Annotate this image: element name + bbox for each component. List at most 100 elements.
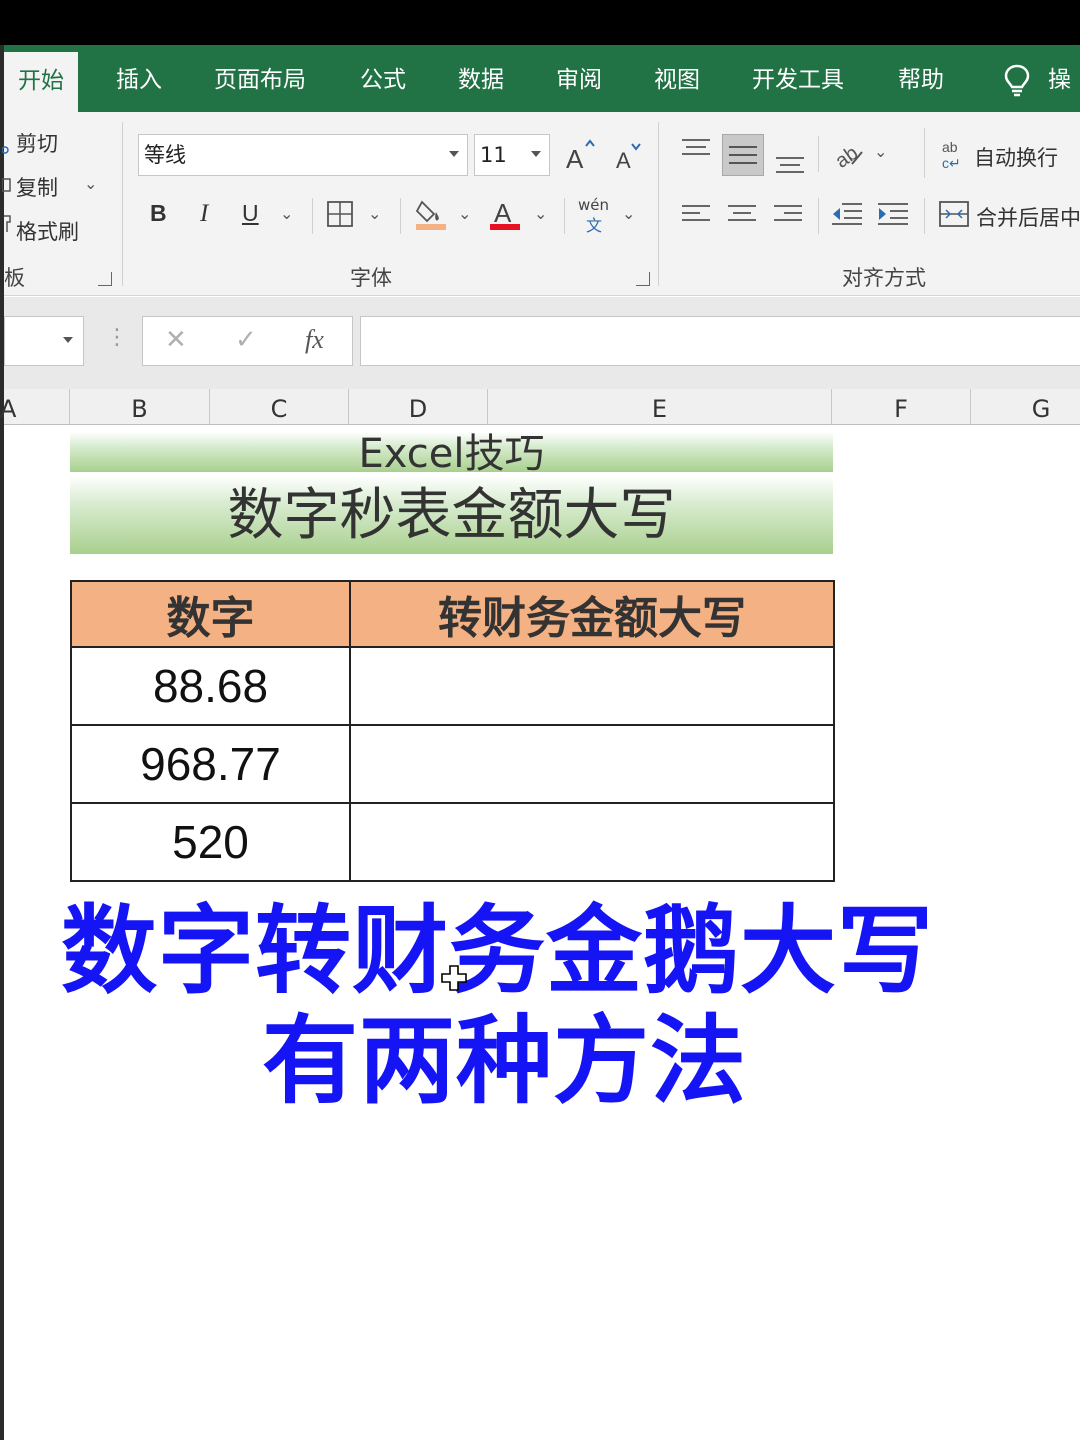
underline-button[interactable]: U bbox=[242, 200, 259, 227]
svg-text:c↵: c↵ bbox=[942, 155, 961, 170]
formula-input[interactable] bbox=[360, 316, 1080, 366]
tab-home[interactable]: 开始 bbox=[4, 52, 78, 112]
dropdown-arrow-icon bbox=[449, 151, 459, 157]
table-row: 88.68 bbox=[70, 646, 835, 726]
table-cell-number[interactable]: 968.77 bbox=[70, 724, 351, 804]
formula-bar-grip-icon[interactable]: ⋮ bbox=[106, 325, 128, 350]
header-cell-number[interactable]: 数字 bbox=[70, 580, 351, 648]
font-color-icon[interactable]: A bbox=[488, 196, 522, 232]
bold-button[interactable]: B bbox=[150, 200, 167, 227]
wrap-text-button[interactable]: 自动换行 bbox=[974, 142, 1058, 172]
font-size-select[interactable]: 11 bbox=[474, 134, 550, 176]
tab-insert[interactable]: 插入 bbox=[116, 45, 162, 112]
clipboard-launcher-icon[interactable] bbox=[98, 272, 112, 286]
font-launcher-icon[interactable] bbox=[636, 272, 650, 286]
font-size-value: 11 bbox=[480, 143, 507, 167]
font-group-label: 字体 bbox=[350, 266, 392, 290]
formula-buttons: ✕ ✓ fx bbox=[142, 316, 353, 366]
divider bbox=[924, 128, 925, 178]
divider bbox=[564, 198, 565, 234]
scissors-icon bbox=[2, 136, 12, 156]
chevron-down-icon[interactable]: ⌄ bbox=[622, 204, 635, 223]
excel-window: 开始 插入 页面布局 公式 数据 审阅 视图 开发工具 帮助 操 剪切 复制 ⌄… bbox=[0, 0, 1080, 1440]
dropdown-arrow-icon bbox=[531, 151, 541, 157]
decrease-indent-icon[interactable] bbox=[830, 200, 864, 228]
table-header-row: 数字 转财务金额大写 bbox=[70, 580, 835, 648]
tab-developer[interactable]: 开发工具 bbox=[752, 45, 844, 112]
table-cell-number[interactable]: 520 bbox=[70, 802, 351, 882]
tab-review[interactable]: 审阅 bbox=[556, 45, 602, 112]
table-cell-result[interactable] bbox=[349, 802, 835, 882]
sheet-subtitle-banner[interactable]: 数字秒表金额大写 bbox=[70, 476, 833, 554]
tab-view[interactable]: 视图 bbox=[654, 45, 700, 112]
align-top-icon[interactable] bbox=[680, 136, 712, 160]
increase-font-size-icon[interactable]: A bbox=[564, 138, 598, 172]
divider bbox=[818, 136, 819, 172]
tab-search[interactable]: 操 bbox=[1048, 45, 1071, 112]
phonetic-guide-char: 文 bbox=[586, 216, 603, 235]
increase-indent-icon[interactable] bbox=[876, 200, 910, 228]
formula-bar: ⋮ ✕ ✓ fx bbox=[4, 297, 1080, 389]
divider bbox=[924, 198, 925, 234]
chevron-down-icon[interactable]: ⌄ bbox=[84, 174, 97, 193]
table-cell-result[interactable] bbox=[349, 724, 835, 804]
worksheet[interactable]: Excel技巧 数字秒表金额大写 数字 转财务金额大写 88.68 968.77… bbox=[4, 426, 1080, 1440]
cancel-icon[interactable]: ✕ bbox=[165, 325, 187, 355]
align-right-icon[interactable] bbox=[772, 202, 804, 226]
column-header-e[interactable]: E bbox=[488, 389, 832, 425]
caption-line-2: 有两种方法 bbox=[262, 1005, 747, 1117]
chevron-down-icon[interactable]: ⌄ bbox=[874, 142, 887, 161]
align-center-icon[interactable] bbox=[726, 202, 758, 226]
chevron-down-icon[interactable]: ⌄ bbox=[458, 204, 471, 223]
ribbon-tab-bar: 开始 插入 页面布局 公式 数据 审阅 视图 开发工具 帮助 操 bbox=[4, 45, 1080, 112]
borders-icon[interactable] bbox=[326, 200, 354, 228]
merge-center-button[interactable]: 合并后居中 bbox=[976, 202, 1080, 232]
align-bottom-icon[interactable] bbox=[774, 152, 806, 176]
enter-icon[interactable]: ✓ bbox=[235, 325, 257, 355]
font-name-value: 等线 bbox=[144, 143, 186, 167]
decrease-font-size-icon[interactable]: A bbox=[612, 140, 646, 174]
column-header-b[interactable]: B bbox=[70, 389, 210, 425]
font-name-select[interactable]: 等线 bbox=[138, 134, 468, 176]
column-header-c[interactable]: C bbox=[210, 389, 349, 425]
table-cell-number[interactable]: 88.68 bbox=[70, 646, 351, 726]
format-painter-button[interactable]: 格式刷 bbox=[16, 216, 79, 246]
tab-page-layout[interactable]: 页面布局 bbox=[214, 45, 306, 112]
tab-help[interactable]: 帮助 bbox=[898, 45, 944, 112]
table-row: 520 bbox=[70, 802, 835, 882]
wrap-text-icon: ab c↵ bbox=[940, 138, 970, 170]
svg-text:A: A bbox=[494, 198, 512, 228]
insert-function-icon[interactable]: fx bbox=[305, 325, 324, 355]
table-row: 968.77 bbox=[70, 724, 835, 804]
cut-button[interactable]: 剪切 bbox=[16, 128, 58, 158]
fill-color-icon[interactable] bbox=[414, 196, 448, 232]
column-header-f[interactable]: F bbox=[832, 389, 971, 425]
italic-button[interactable]: I bbox=[200, 200, 208, 228]
divider bbox=[818, 198, 819, 234]
header-cell-uppercase[interactable]: 转财务金额大写 bbox=[349, 580, 835, 648]
top-black-bar bbox=[0, 0, 1080, 45]
alignment-group-label: 对齐方式 bbox=[842, 266, 926, 290]
align-middle-icon[interactable] bbox=[722, 134, 764, 176]
group-divider bbox=[658, 122, 659, 286]
column-header-a[interactable]: A bbox=[0, 389, 70, 425]
merge-center-icon bbox=[938, 200, 970, 228]
sheet-title-banner[interactable]: Excel技巧 bbox=[70, 432, 833, 476]
dropdown-arrow-icon[interactable] bbox=[63, 337, 73, 343]
chevron-down-icon[interactable]: ⌄ bbox=[368, 204, 381, 223]
align-left-icon[interactable] bbox=[680, 202, 712, 226]
tab-formulas[interactable]: 公式 bbox=[360, 45, 406, 112]
name-box[interactable] bbox=[4, 316, 84, 366]
copy-icon bbox=[2, 176, 12, 196]
chevron-down-icon[interactable]: ⌄ bbox=[534, 204, 547, 223]
column-header-d[interactable]: D bbox=[349, 389, 488, 425]
tab-data[interactable]: 数据 bbox=[458, 45, 504, 112]
orientation-icon[interactable]: ab bbox=[832, 138, 866, 170]
column-header-g[interactable]: G bbox=[971, 389, 1080, 425]
chevron-down-icon[interactable]: ⌄ bbox=[280, 204, 293, 223]
table-cell-result[interactable] bbox=[349, 646, 835, 726]
lightbulb-icon[interactable] bbox=[1002, 63, 1032, 97]
cell-cursor-icon bbox=[441, 965, 467, 995]
copy-button[interactable]: 复制 bbox=[16, 172, 58, 202]
group-divider bbox=[122, 122, 123, 286]
